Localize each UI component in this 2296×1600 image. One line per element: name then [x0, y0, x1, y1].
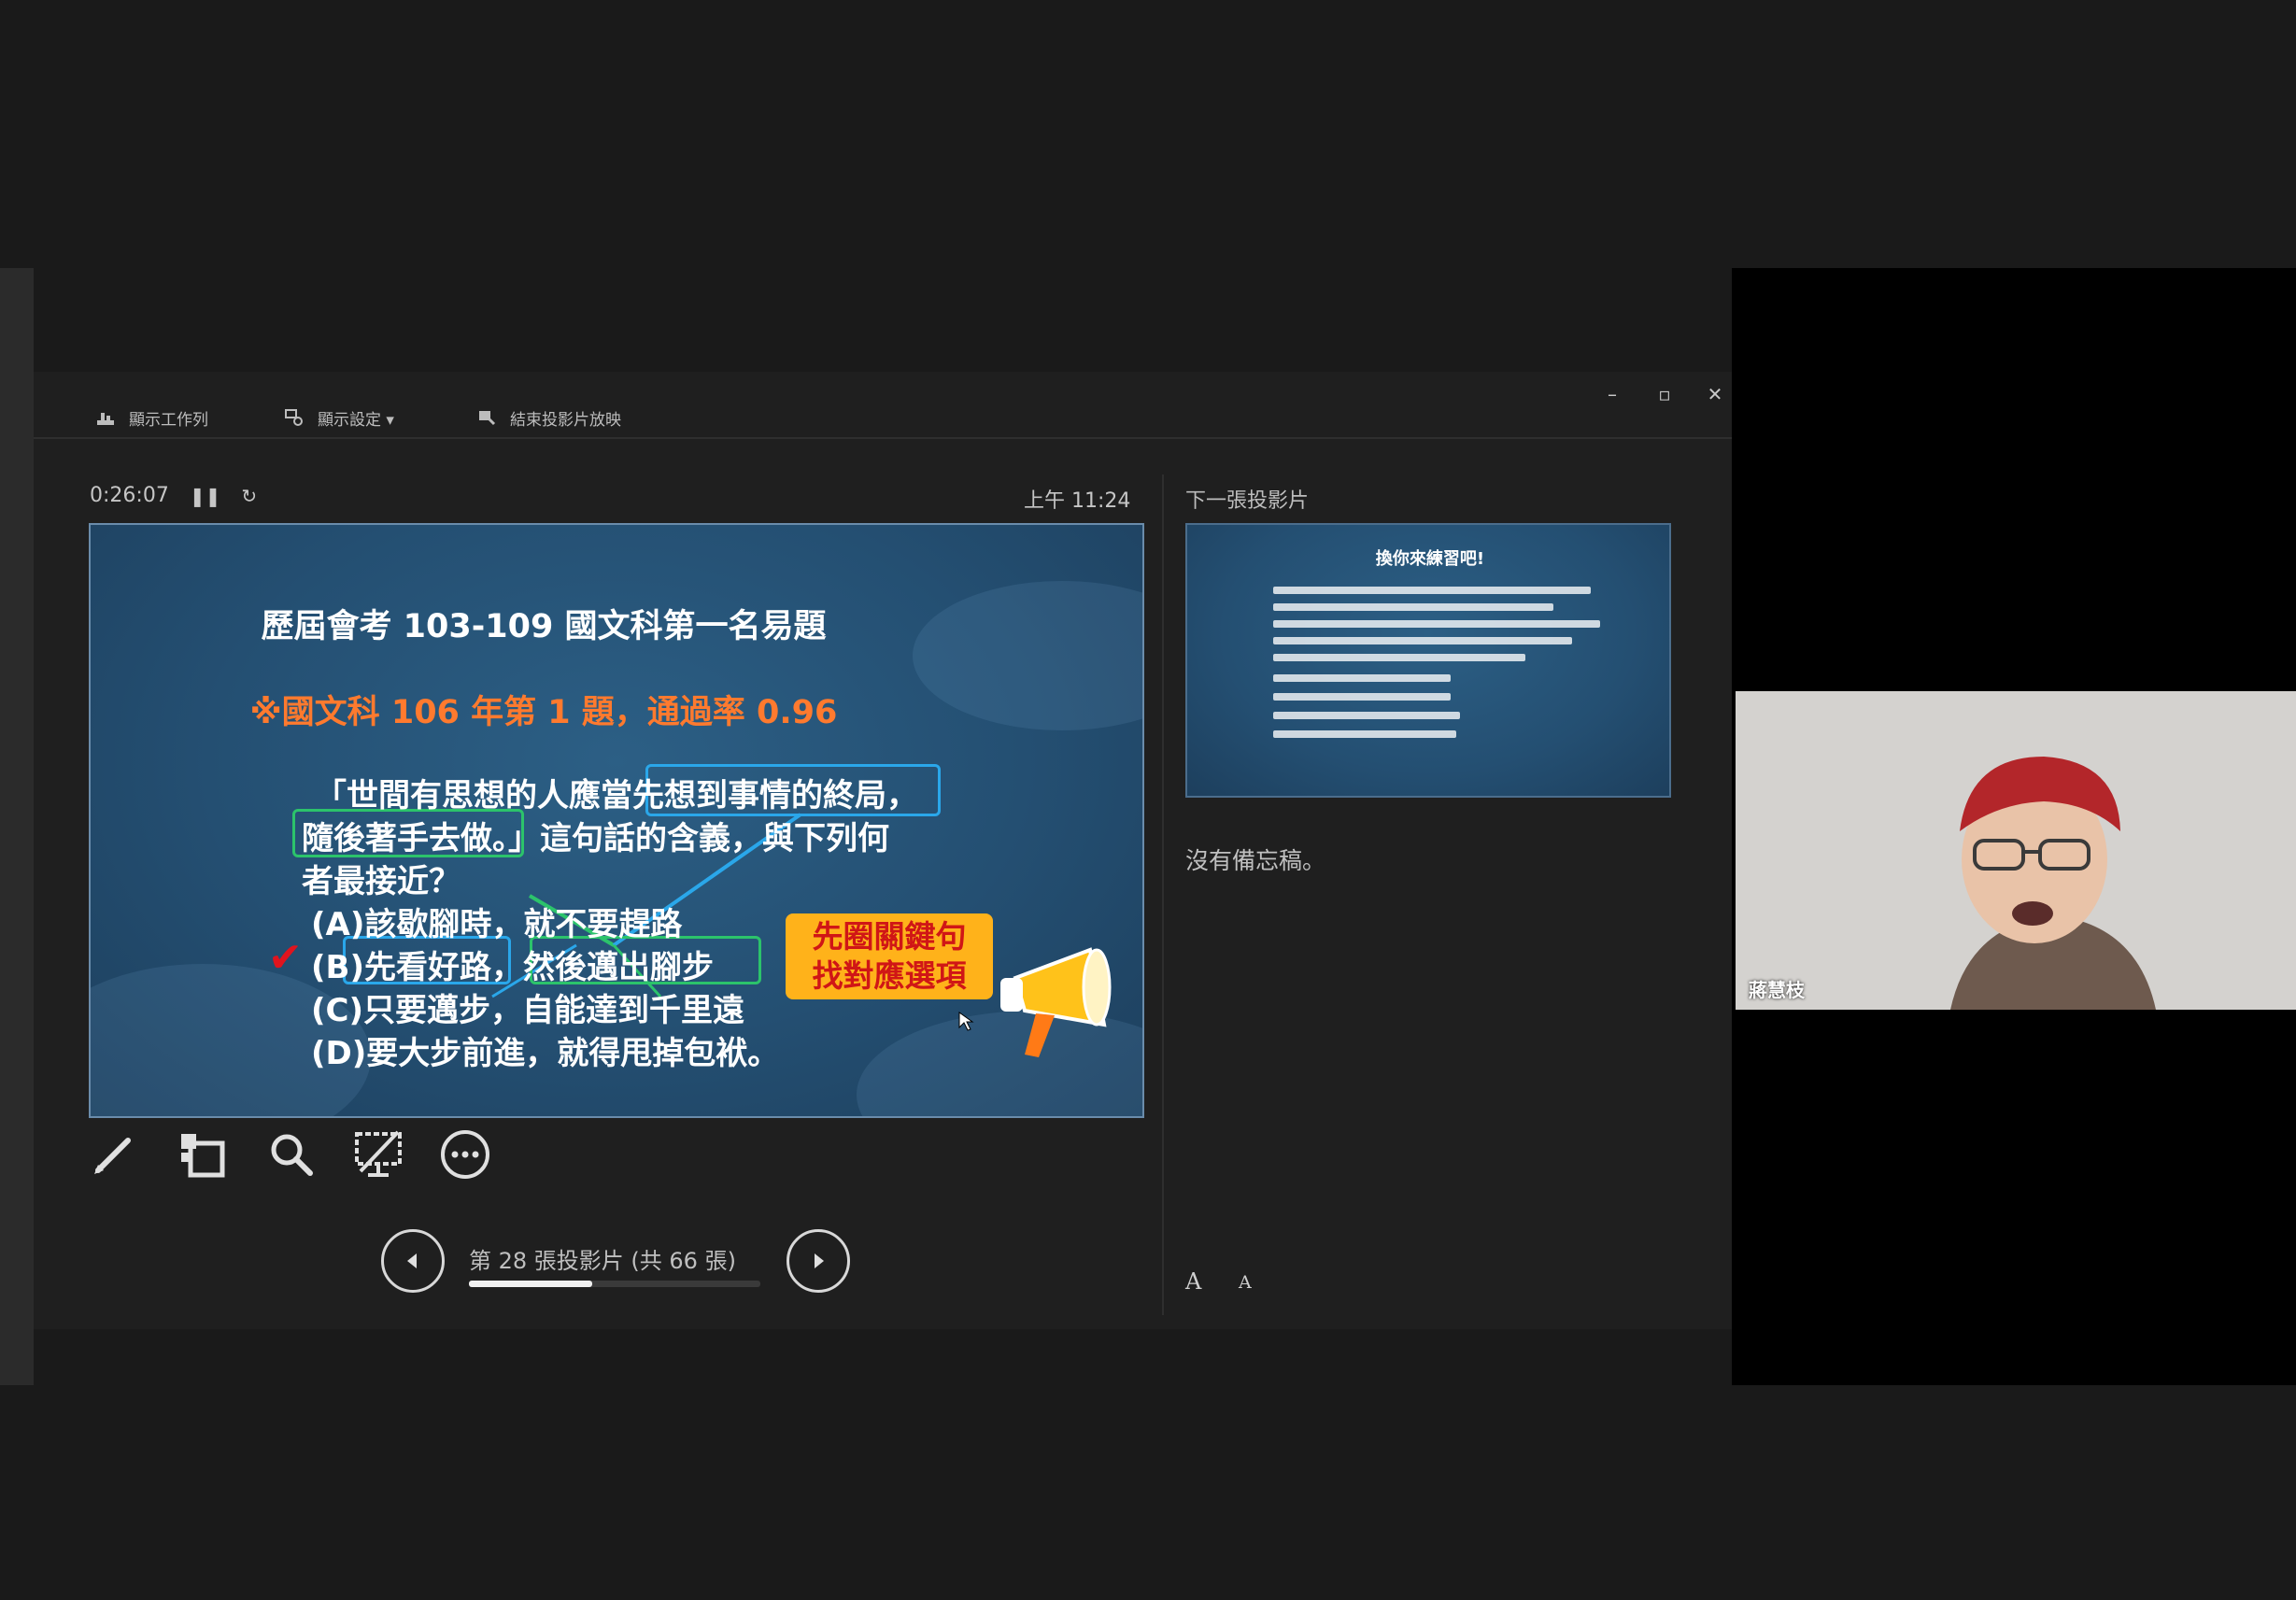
mouse-cursor-icon — [958, 1012, 974, 1031]
panel-divider[interactable] — [1162, 474, 1164, 1315]
previous-slide-button[interactable] — [381, 1229, 445, 1293]
pause-icon[interactable]: ❚❚ — [190, 485, 221, 507]
next-slide-text-line — [1273, 603, 1553, 611]
display-settings-label: 顯示設定 ▾ — [318, 410, 394, 430]
show-taskbar-button[interactable]: 顯示工作列 — [95, 404, 208, 432]
clock: 上午 11:24 — [1024, 489, 1131, 513]
chevron-right-icon — [815, 1253, 824, 1268]
pen-icon[interactable] — [86, 1126, 142, 1182]
presenter-toolbar: 顯示工作列 顯示設定 ▾ 結束投影片放映 – ▫ ✕ — [34, 372, 1732, 439]
participant-avatar — [1736, 691, 2296, 1010]
option-d: (D)要大步前進，就得甩掉包袱。 — [311, 1035, 780, 1072]
callout-box: 先圈關鍵句 找對應選項 — [786, 913, 993, 999]
next-slide-text-line — [1273, 620, 1600, 628]
display-settings-icon — [285, 409, 303, 426]
notes-empty-text: 沒有備忘稿。 — [1185, 847, 1326, 874]
next-slide-text-line — [1273, 654, 1525, 661]
restore-button[interactable]: ▫ — [1651, 383, 1678, 405]
end-slideshow-label: 結束投影片放映 — [510, 410, 621, 430]
current-slide[interactable]: 歷屆會考 103-109 國文科第一名易題 ※國文科 106 年第 1 題，通過… — [89, 523, 1144, 1118]
next-slide-text-line — [1273, 637, 1572, 644]
question-line-1: 「世間有思想的人應當先想到事情的終局， — [315, 777, 918, 814]
more-options-icon[interactable] — [437, 1126, 493, 1182]
next-slide-text-line — [1273, 730, 1456, 738]
participant-name: 蔣慧枝 — [1749, 979, 1805, 1001]
megaphone-icon — [1000, 947, 1112, 1057]
next-slide-text-line — [1273, 693, 1451, 701]
question-line-2: 隨後著手去做。」這句話的含義，與下列何 — [302, 820, 889, 857]
timer-bar: 0:26:07 ❚❚ ↻ — [90, 484, 257, 507]
taskbar-icon — [97, 413, 114, 425]
zoom-icon[interactable] — [263, 1126, 319, 1182]
next-slide-text-line — [1273, 587, 1591, 594]
next-slide-title: 換你來練習吧! — [1375, 549, 1485, 569]
question-line-3: 者最接近？ — [302, 863, 461, 900]
black-screen-icon[interactable] — [351, 1126, 407, 1182]
presenter-view-window: 顯示工作列 顯示設定 ▾ 結束投影片放映 – ▫ ✕ 0:26:07 ❚❚ ↻ … — [34, 372, 1732, 1329]
restart-icon[interactable]: ↻ — [241, 485, 257, 507]
slide-counter: 第 28 張投影片 (共 66 張) — [469, 1248, 736, 1274]
left-edge-strip — [0, 268, 34, 1385]
elapsed-time: 0:26:07 — [90, 484, 169, 507]
participant-video[interactable]: 蔣慧枝 — [1736, 691, 2296, 1010]
decrease-font-button[interactable]: A — [1239, 1272, 1252, 1293]
next-slide-text-line — [1273, 674, 1451, 682]
chevron-left-icon — [407, 1253, 417, 1268]
slides-grid-icon[interactable] — [174, 1126, 230, 1182]
increase-font-button[interactable]: A — [1185, 1268, 1201, 1295]
display-settings-button[interactable]: 顯示設定 ▾ — [284, 404, 394, 432]
slide-progress-fill — [469, 1281, 593, 1287]
next-slide-button[interactable] — [787, 1229, 850, 1293]
end-slideshow-button[interactable]: 結束投影片放映 — [476, 404, 621, 432]
screen: 顯示工作列 顯示設定 ▾ 結束投影片放映 – ▫ ✕ 0:26:07 ❚❚ ↻ … — [0, 0, 2296, 1600]
option-c: (C)只要邁步，自能達到千里遠 — [311, 992, 745, 1029]
checkmark-icon: ✔ — [268, 934, 303, 982]
show-taskbar-label: 顯示工作列 — [129, 410, 208, 430]
option-b: (B)先看好路，然後邁出腳步 — [311, 949, 714, 986]
next-slide-text-line — [1273, 712, 1460, 719]
next-slide-label: 下一張投影片 — [1185, 489, 1310, 513]
option-a: (A)該歇腳時，就不要趕路 — [311, 906, 683, 943]
close-button[interactable]: ✕ — [1702, 383, 1728, 405]
end-slideshow-icon — [479, 411, 496, 426]
callout-line-1: 先圈關鍵句 — [812, 918, 967, 955]
next-slide-preview[interactable]: 換你來練習吧! — [1185, 523, 1671, 798]
minimize-button[interactable]: – — [1599, 383, 1625, 405]
slide-progress-bar — [469, 1281, 760, 1287]
callout-line-2: 找對應選項 — [812, 957, 967, 994]
